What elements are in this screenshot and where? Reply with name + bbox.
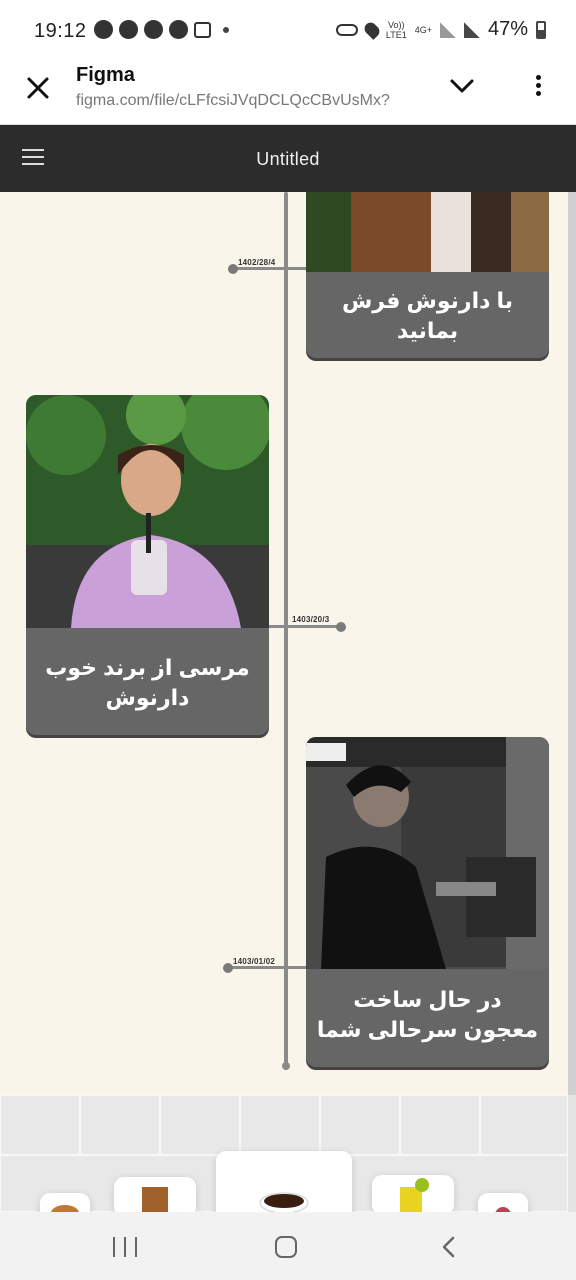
timeline-branch: [268, 625, 342, 628]
card-photo: [306, 192, 549, 272]
timeline-date: 1403/01/02: [233, 957, 276, 966]
dessert-icon: [495, 1207, 511, 1212]
chat-icon: [94, 20, 113, 39]
iced-drink-icon: [142, 1187, 168, 1212]
croissant-icon: [51, 1205, 79, 1212]
wall-tile: [320, 1095, 400, 1155]
wall-tile: [0, 1095, 80, 1155]
coffee-cup-icon: [259, 1192, 309, 1212]
system-icons: Vo)) LTE1 4G+ 47%: [335, 18, 546, 41]
browser-app-bar: Figma figma.com/file/cLFfcsiJVqDCLQcCBvU…: [0, 62, 576, 125]
battery-icon: [536, 20, 546, 39]
status-bar: 19:12 Vo)) LTE1 4G+ 47%: [0, 0, 576, 62]
close-button[interactable]: [22, 72, 54, 104]
product-frame: [0, 1095, 568, 1212]
close-icon: [27, 77, 49, 99]
facebook-icon: [169, 20, 188, 39]
page-url[interactable]: figma.com/file/cLFfcsiJVqDCLQcCBvUsMx?: [76, 92, 426, 110]
volte-bottom-label: LTE1: [385, 29, 407, 40]
more-dot-icon: [535, 75, 541, 80]
iced-drink-card[interactable]: [114, 1177, 196, 1212]
network-type: 4G+: [414, 24, 432, 35]
timeline-date: 1402/28/4: [238, 258, 276, 267]
lemonade-card[interactable]: [372, 1175, 454, 1212]
timeline-dot: [223, 963, 233, 973]
timeline-end-dot: [282, 1062, 290, 1070]
timeline-frame: 1402/28/4 با دارنوش فرش بمانید 1403/20/3: [0, 192, 568, 1095]
timeline-date: 1403/20/3: [292, 615, 330, 624]
frame-edge: [568, 192, 576, 1095]
more-options-button[interactable]: [526, 72, 550, 100]
girl-photo-image: [26, 395, 269, 628]
wall-tile: [80, 1095, 160, 1155]
battery-percent: 47%: [487, 18, 528, 40]
croissant-card[interactable]: [40, 1193, 90, 1212]
facebook-icon: [144, 20, 163, 39]
timeline-card[interactable]: با دارنوش فرش بمانید: [306, 192, 549, 358]
timeline-branch: [228, 966, 306, 969]
card-photo: [26, 395, 269, 628]
more-dot-icon: [535, 83, 541, 88]
barista-photo-image: [306, 737, 549, 969]
figma-canvas[interactable]: 1402/28/4 با دارنوش فرش بمانید 1403/20/3: [0, 192, 576, 1212]
back-button[interactable]: [440, 1236, 456, 1258]
card-caption: در حال ساخت معجون سرحالی شما: [316, 987, 539, 1042]
vpn-key-icon: [335, 23, 358, 36]
timeline-card[interactable]: مرسی از برند خوب دارنوش: [26, 395, 269, 735]
signal-icon: [439, 21, 456, 38]
whatsapp-icon: [119, 20, 138, 39]
lemonade-icon: [400, 1178, 429, 1212]
document-title[interactable]: Untitled: [0, 149, 576, 170]
wall-tile: [240, 1095, 320, 1155]
page-title: Figma: [76, 64, 135, 86]
more-notifications-icon: [223, 26, 229, 33]
timeline-line: [284, 192, 288, 1070]
chevron-down-icon: [450, 79, 474, 93]
home-button[interactable]: [275, 1236, 297, 1258]
recent-apps-icon: [124, 1237, 126, 1257]
recent-apps-button[interactable]: [113, 1237, 137, 1257]
location-icon: [361, 19, 382, 40]
wall-tile: [160, 1095, 240, 1155]
volte-indicator: Vo)) LTE1: [386, 20, 407, 40]
recent-apps-icon: [135, 1237, 137, 1257]
coffee-card[interactable]: [216, 1151, 352, 1212]
more-dot-icon: [535, 91, 541, 96]
signal-icon: [463, 21, 480, 38]
card-caption: مرسی از برند خوب دارنوش: [45, 655, 250, 710]
timeline-dot: [336, 622, 346, 632]
status-time: 19:12: [34, 20, 87, 42]
recent-apps-icon: [113, 1237, 115, 1257]
card-photo: [306, 737, 549, 969]
timeline-card[interactable]: در حال ساخت معجون سرحالی شما: [306, 737, 549, 1067]
volte-top-label: Vo)): [388, 19, 405, 30]
figma-toolbar: Untitled: [0, 125, 576, 192]
card-caption: با دارنوش فرش بمانید: [341, 288, 514, 343]
expand-button[interactable]: [448, 74, 476, 98]
wall-tile: [400, 1095, 480, 1155]
notification-icons: [94, 20, 229, 39]
app-icon: [194, 21, 211, 38]
timeline-branch: [234, 267, 306, 270]
dessert-card[interactable]: [478, 1193, 528, 1212]
timeline-dot: [228, 264, 238, 274]
system-navigation-bar: [0, 1212, 576, 1280]
person-photo-image: [306, 192, 549, 272]
wall-tile: [480, 1095, 568, 1155]
back-arrow-icon: [442, 1236, 455, 1258]
